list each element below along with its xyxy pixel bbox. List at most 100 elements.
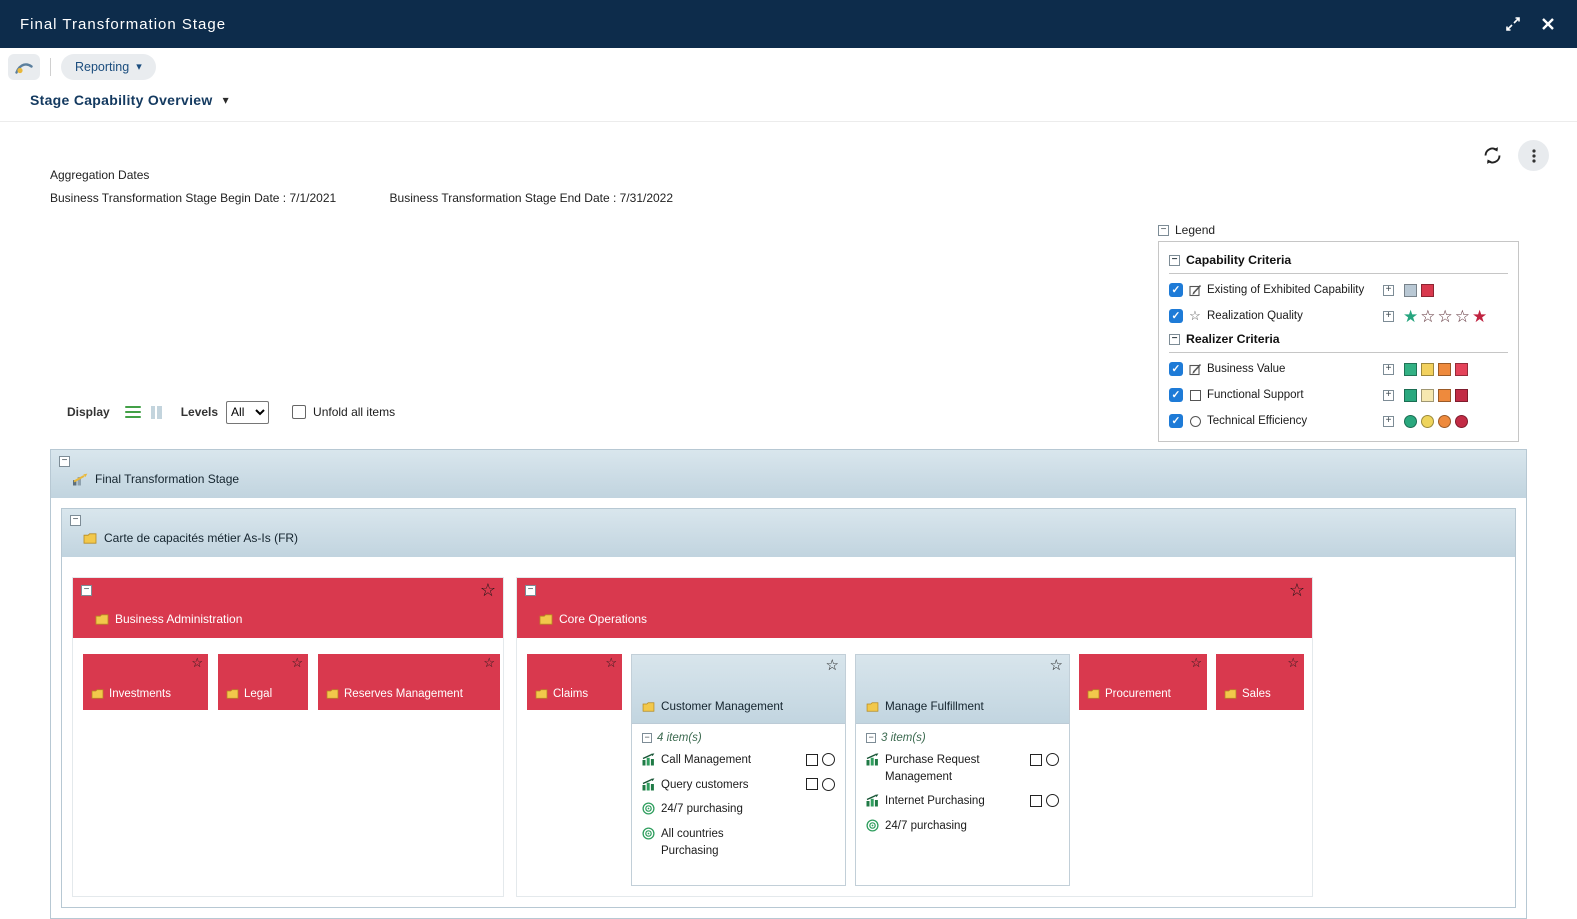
favorite-star-icon[interactable]: ☆ [1289, 581, 1305, 599]
favorite-star-icon[interactable]: ☆ [1190, 655, 1202, 671]
display-controls: Display Levels All Unfold all items [67, 399, 395, 425]
technical-efficiency-indicator [822, 753, 835, 766]
functional-support-indicator [806, 778, 818, 790]
legend: Legend Capability Criteria Existing of E… [1158, 223, 1519, 442]
begin-date-label: Business Transformation Stage Begin Date… [50, 191, 336, 205]
capability-title: Manage Fulfillment [885, 700, 984, 713]
divider [1169, 352, 1508, 353]
favorite-star-icon[interactable]: ☆ [483, 655, 495, 671]
edit-icon [1189, 363, 1202, 376]
capability-label: Sales [1242, 688, 1271, 700]
technical-efficiency-indicator [822, 778, 835, 791]
legend-row-technical-efficiency: Technical Efficiency [1169, 408, 1508, 434]
folder-icon [226, 689, 239, 699]
capability-claims[interactable]: ☆ Claims [527, 654, 622, 710]
capability-header[interactable]: ☆ Manage Fulfillment [856, 655, 1069, 724]
page-title-row[interactable]: Stage Capability Overview ▾ [30, 92, 229, 108]
more-options-button[interactable] [1518, 140, 1549, 171]
color-swatch [1421, 389, 1434, 402]
legend-section-title: Realizer Criteria [1186, 332, 1280, 346]
legend-label: Functional Support [1207, 389, 1379, 401]
color-swatch [1421, 284, 1434, 297]
capability-item[interactable]: 24/7 purchasing [866, 818, 1059, 835]
capability-item[interactable]: Internet Purchasing [866, 793, 1059, 810]
legend-label: Business Value [1207, 363, 1379, 375]
expand-icon[interactable] [1383, 364, 1394, 375]
capability-investments[interactable]: ☆ Investments [83, 654, 208, 710]
expand-icon[interactable] [1383, 285, 1394, 296]
favorite-star-icon[interactable]: ☆ [1287, 655, 1299, 671]
target-icon [866, 819, 879, 832]
levels-label: Levels [181, 405, 218, 419]
stage-header: Final Transformation Stage [51, 450, 1526, 498]
collapse-icon[interactable] [1158, 225, 1169, 236]
maximize-icon [1505, 16, 1521, 32]
folder-icon [326, 689, 339, 699]
business-chart-icon [866, 794, 879, 807]
capability-block-business-administration[interactable]: ☆ Business Administration ☆ [72, 577, 504, 897]
capability-item[interactable]: 24/7 purchasing [642, 801, 835, 818]
window-title: Final Transformation Stage [20, 16, 226, 33]
expand-icon[interactable] [1383, 390, 1394, 401]
collapse-icon[interactable] [866, 733, 876, 743]
capability-panel-manage-fulfillment[interactable]: ☆ Manage Fulfillment 3 item(s) [855, 654, 1070, 886]
expand-icon[interactable] [1383, 311, 1394, 322]
capability-item[interactable]: Purchase Request Management [866, 752, 1059, 785]
capability-header[interactable]: ☆ Core Operations [517, 578, 1312, 638]
legend-checkbox[interactable] [1169, 388, 1183, 402]
divider [1169, 273, 1508, 274]
collapse-icon[interactable] [59, 456, 70, 467]
unfold-checkbox[interactable] [292, 405, 306, 419]
capability-item[interactable]: All countries Purchasing [642, 826, 835, 859]
color-swatch [1404, 389, 1417, 402]
levels-select[interactable]: All [226, 401, 269, 424]
collapse-icon[interactable] [70, 515, 81, 526]
collapse-icon[interactable] [642, 733, 652, 743]
favorite-star-icon[interactable]: ☆ [191, 655, 203, 671]
kebab-icon [1526, 148, 1542, 164]
legend-row-functional-support: Functional Support [1169, 382, 1508, 408]
favorite-star-icon[interactable]: ☆ [605, 655, 617, 671]
collapse-icon[interactable] [81, 585, 92, 596]
refresh-button[interactable] [1480, 143, 1505, 168]
capability-legal[interactable]: ☆ Legal [218, 654, 308, 710]
stage-title: Final Transformation Stage [95, 472, 239, 486]
capability-header[interactable]: ☆ Business Administration [73, 578, 503, 638]
technical-efficiency-indicator [1046, 794, 1059, 807]
list-view-button[interactable] [123, 404, 143, 421]
maximize-button[interactable] [1503, 14, 1523, 34]
functional-support-indicator [1030, 754, 1042, 766]
folder-icon [866, 702, 879, 712]
capability-header[interactable]: ☆ Customer Management [632, 655, 845, 724]
capability-sales[interactable]: ☆ Sales [1216, 654, 1304, 710]
collapse-icon[interactable] [1169, 334, 1180, 345]
capability-item[interactable]: Call Management [642, 752, 835, 769]
favorite-star-icon[interactable]: ☆ [291, 655, 303, 671]
color-swatch [1455, 363, 1468, 376]
legend-checkbox[interactable] [1169, 309, 1183, 323]
list-view-icon [125, 406, 141, 419]
legend-checkbox[interactable] [1169, 283, 1183, 297]
legend-checkbox[interactable] [1169, 362, 1183, 376]
capability-item[interactable]: Query customers [642, 777, 835, 794]
favorite-star-icon[interactable]: ☆ [826, 657, 839, 675]
capability-panel-customer-management[interactable]: ☆ Customer Management 4 item(s) [631, 654, 846, 886]
favorite-star-icon[interactable]: ☆ [480, 581, 496, 599]
grid-view-button[interactable] [149, 404, 164, 421]
capability-procurement[interactable]: ☆ Procurement [1079, 654, 1207, 710]
capability-block-core-operations[interactable]: ☆ Core Operations ☆ Claims [516, 577, 1313, 897]
color-swatch [1455, 389, 1468, 402]
legend-panel: Capability Criteria Existing of Exhibite… [1158, 241, 1519, 442]
app-icon-button[interactable] [8, 54, 40, 80]
expand-icon[interactable] [1383, 416, 1394, 427]
capability-reserves-management[interactable]: ☆ Reserves Management [318, 654, 500, 710]
favorite-star-icon[interactable]: ☆ [1050, 657, 1063, 675]
submap-title: Carte de capacités métier As-Is (FR) [104, 531, 298, 545]
rating-star: ☆ [1420, 308, 1435, 325]
collapse-icon[interactable] [1169, 255, 1180, 266]
reporting-dropdown[interactable]: Reporting ▾ [61, 54, 156, 80]
close-button[interactable] [1539, 15, 1557, 33]
collapse-icon[interactable] [525, 585, 536, 596]
business-chart-icon [866, 753, 879, 766]
legend-checkbox[interactable] [1169, 414, 1183, 428]
